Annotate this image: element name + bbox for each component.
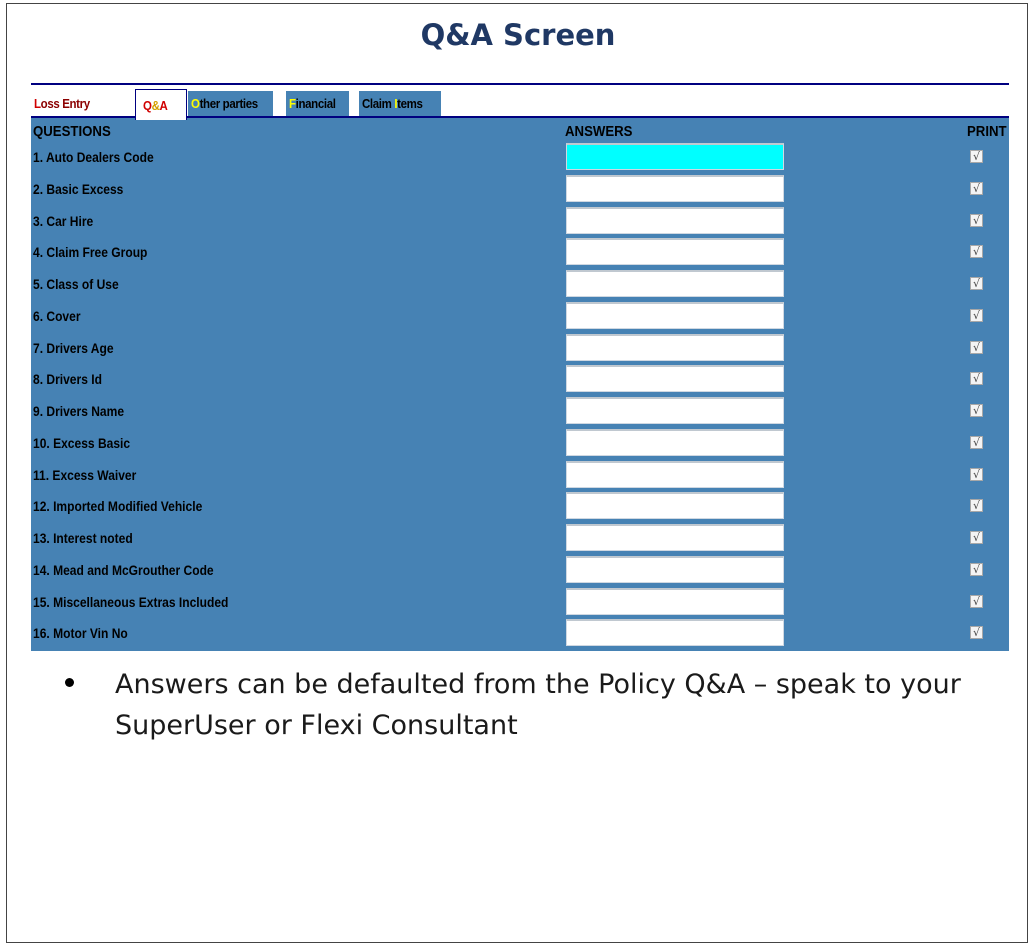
tab-bar: Loss Entry Q&A Other parties Financial C… xyxy=(31,85,1009,120)
question-label: 2. Basic Excess xyxy=(33,180,124,197)
answer-input[interactable] xyxy=(566,174,784,202)
print-checkbox[interactable]: √ xyxy=(970,245,983,259)
question-label: 10. Excess Basic xyxy=(33,434,131,451)
answer-input[interactable] xyxy=(566,524,784,551)
print-checkbox[interactable]: √ xyxy=(970,213,983,227)
print-checkbox[interactable]: √ xyxy=(970,562,983,576)
question-label: 3. Car Hire xyxy=(33,212,94,229)
answer-input[interactable] xyxy=(566,333,784,361)
question-row: 6. Cover √ xyxy=(31,300,1009,332)
question-row: 14. Mead and McGrouther Code √ xyxy=(31,554,1009,586)
tab-other-parties[interactable]: Other parties xyxy=(187,91,273,117)
question-row: 5. Class of Use √ xyxy=(31,268,1009,300)
answer-input[interactable] xyxy=(566,206,784,234)
tab-label: tems xyxy=(397,97,423,111)
answer-input[interactable] xyxy=(566,301,784,329)
slide-frame: Q&A Screen Loss Entry Q&A Other parties … xyxy=(6,3,1028,943)
answer-input[interactable] xyxy=(566,365,784,393)
print-checkbox[interactable]: √ xyxy=(970,372,983,386)
question-row: 10. Excess Basic √ xyxy=(31,427,1009,459)
answer-input[interactable] xyxy=(566,492,784,520)
tab-label: Claim xyxy=(362,97,395,111)
question-label: 1. Auto Dealers Code xyxy=(33,149,154,165)
qa-panel: Loss Entry Q&A Other parties Financial C… xyxy=(31,83,1009,651)
question-label: 6. Cover xyxy=(33,307,81,324)
answer-input[interactable] xyxy=(566,238,784,266)
answer-input[interactable] xyxy=(566,587,784,615)
question-label: 12. Imported Modified Vehicle xyxy=(33,498,203,515)
print-checkbox[interactable]: √ xyxy=(970,404,983,417)
tab-qa[interactable]: Q&A xyxy=(135,89,187,120)
answer-input[interactable] xyxy=(566,460,784,488)
question-row: 12. Imported Modified Vehicle √ xyxy=(31,490,1009,522)
tab-label: oss Entry xyxy=(40,97,90,111)
question-label: 14. Mead and McGrouther Code xyxy=(33,561,214,578)
answer-input[interactable] xyxy=(566,555,784,583)
print-checkbox[interactable]: √ xyxy=(970,308,983,322)
question-row: 16. Motor Vin No √ xyxy=(31,617,1009,649)
question-row: 15. Miscellaneous Extras Included √ xyxy=(31,586,1009,618)
question-label: 13. Interest noted xyxy=(33,530,133,546)
question-label: 15. Miscellaneous Extras Included xyxy=(33,593,229,610)
question-row: 3. Car Hire √ xyxy=(31,205,1009,237)
print-header: PRINT xyxy=(967,123,1007,140)
print-checkbox[interactable]: √ xyxy=(970,277,983,290)
print-checkbox[interactable]: √ xyxy=(970,150,983,163)
print-checkbox[interactable]: √ xyxy=(970,467,983,481)
print-checkbox[interactable]: √ xyxy=(970,626,983,640)
tab-financial[interactable]: Financial xyxy=(285,91,349,117)
answer-input[interactable] xyxy=(566,397,784,424)
print-checkbox[interactable]: √ xyxy=(970,340,983,354)
bullet-icon xyxy=(65,678,74,687)
question-label: 9. Drivers Name xyxy=(33,403,125,419)
question-label: 5. Class of Use xyxy=(33,276,119,292)
print-checkbox[interactable]: √ xyxy=(970,594,983,608)
print-checkbox[interactable]: √ xyxy=(970,531,983,544)
question-label: 7. Drivers Age xyxy=(33,339,114,356)
question-label: 8. Drivers Id xyxy=(33,371,102,388)
answer-input[interactable] xyxy=(566,270,784,297)
tab-label: ther parties xyxy=(199,97,259,111)
print-checkbox[interactable]: √ xyxy=(970,181,983,195)
tab-loss-entry[interactable]: Loss Entry xyxy=(31,91,131,117)
question-row: 4. Claim Free Group √ xyxy=(31,236,1009,268)
print-checkbox[interactable]: √ xyxy=(970,499,983,513)
tab-label: A xyxy=(159,99,168,113)
question-row: 7. Drivers Age √ xyxy=(31,332,1009,364)
question-row: 13. Interest noted √ xyxy=(31,522,1009,554)
answer-input[interactable] xyxy=(566,428,784,456)
answer-input[interactable] xyxy=(566,143,784,170)
question-row: 8. Drivers Id √ xyxy=(31,363,1009,395)
question-label: 11. Excess Waiver xyxy=(33,466,137,483)
question-row: 1. Auto Dealers Code √ xyxy=(31,141,1009,173)
answers-header: ANSWERS xyxy=(565,123,633,140)
question-label: 4. Claim Free Group xyxy=(33,244,148,261)
tab-label: & xyxy=(151,99,160,113)
question-row: 2. Basic Excess √ xyxy=(31,173,1009,205)
question-row: 9. Drivers Name √ xyxy=(31,395,1009,427)
question-label: 16. Motor Vin No xyxy=(33,625,128,642)
slide-title: Q&A Screen xyxy=(420,18,616,52)
tab-claim-items[interactable]: Claim Items xyxy=(358,91,441,117)
question-row: 11. Excess Waiver √ xyxy=(31,459,1009,491)
questions-header: QUESTIONS xyxy=(33,123,111,140)
print-checkbox[interactable]: √ xyxy=(970,435,983,449)
note-text: Answers can be defaulted from the Policy… xyxy=(115,669,961,741)
tab-label: inancial xyxy=(295,97,336,111)
answer-input[interactable] xyxy=(566,619,784,647)
